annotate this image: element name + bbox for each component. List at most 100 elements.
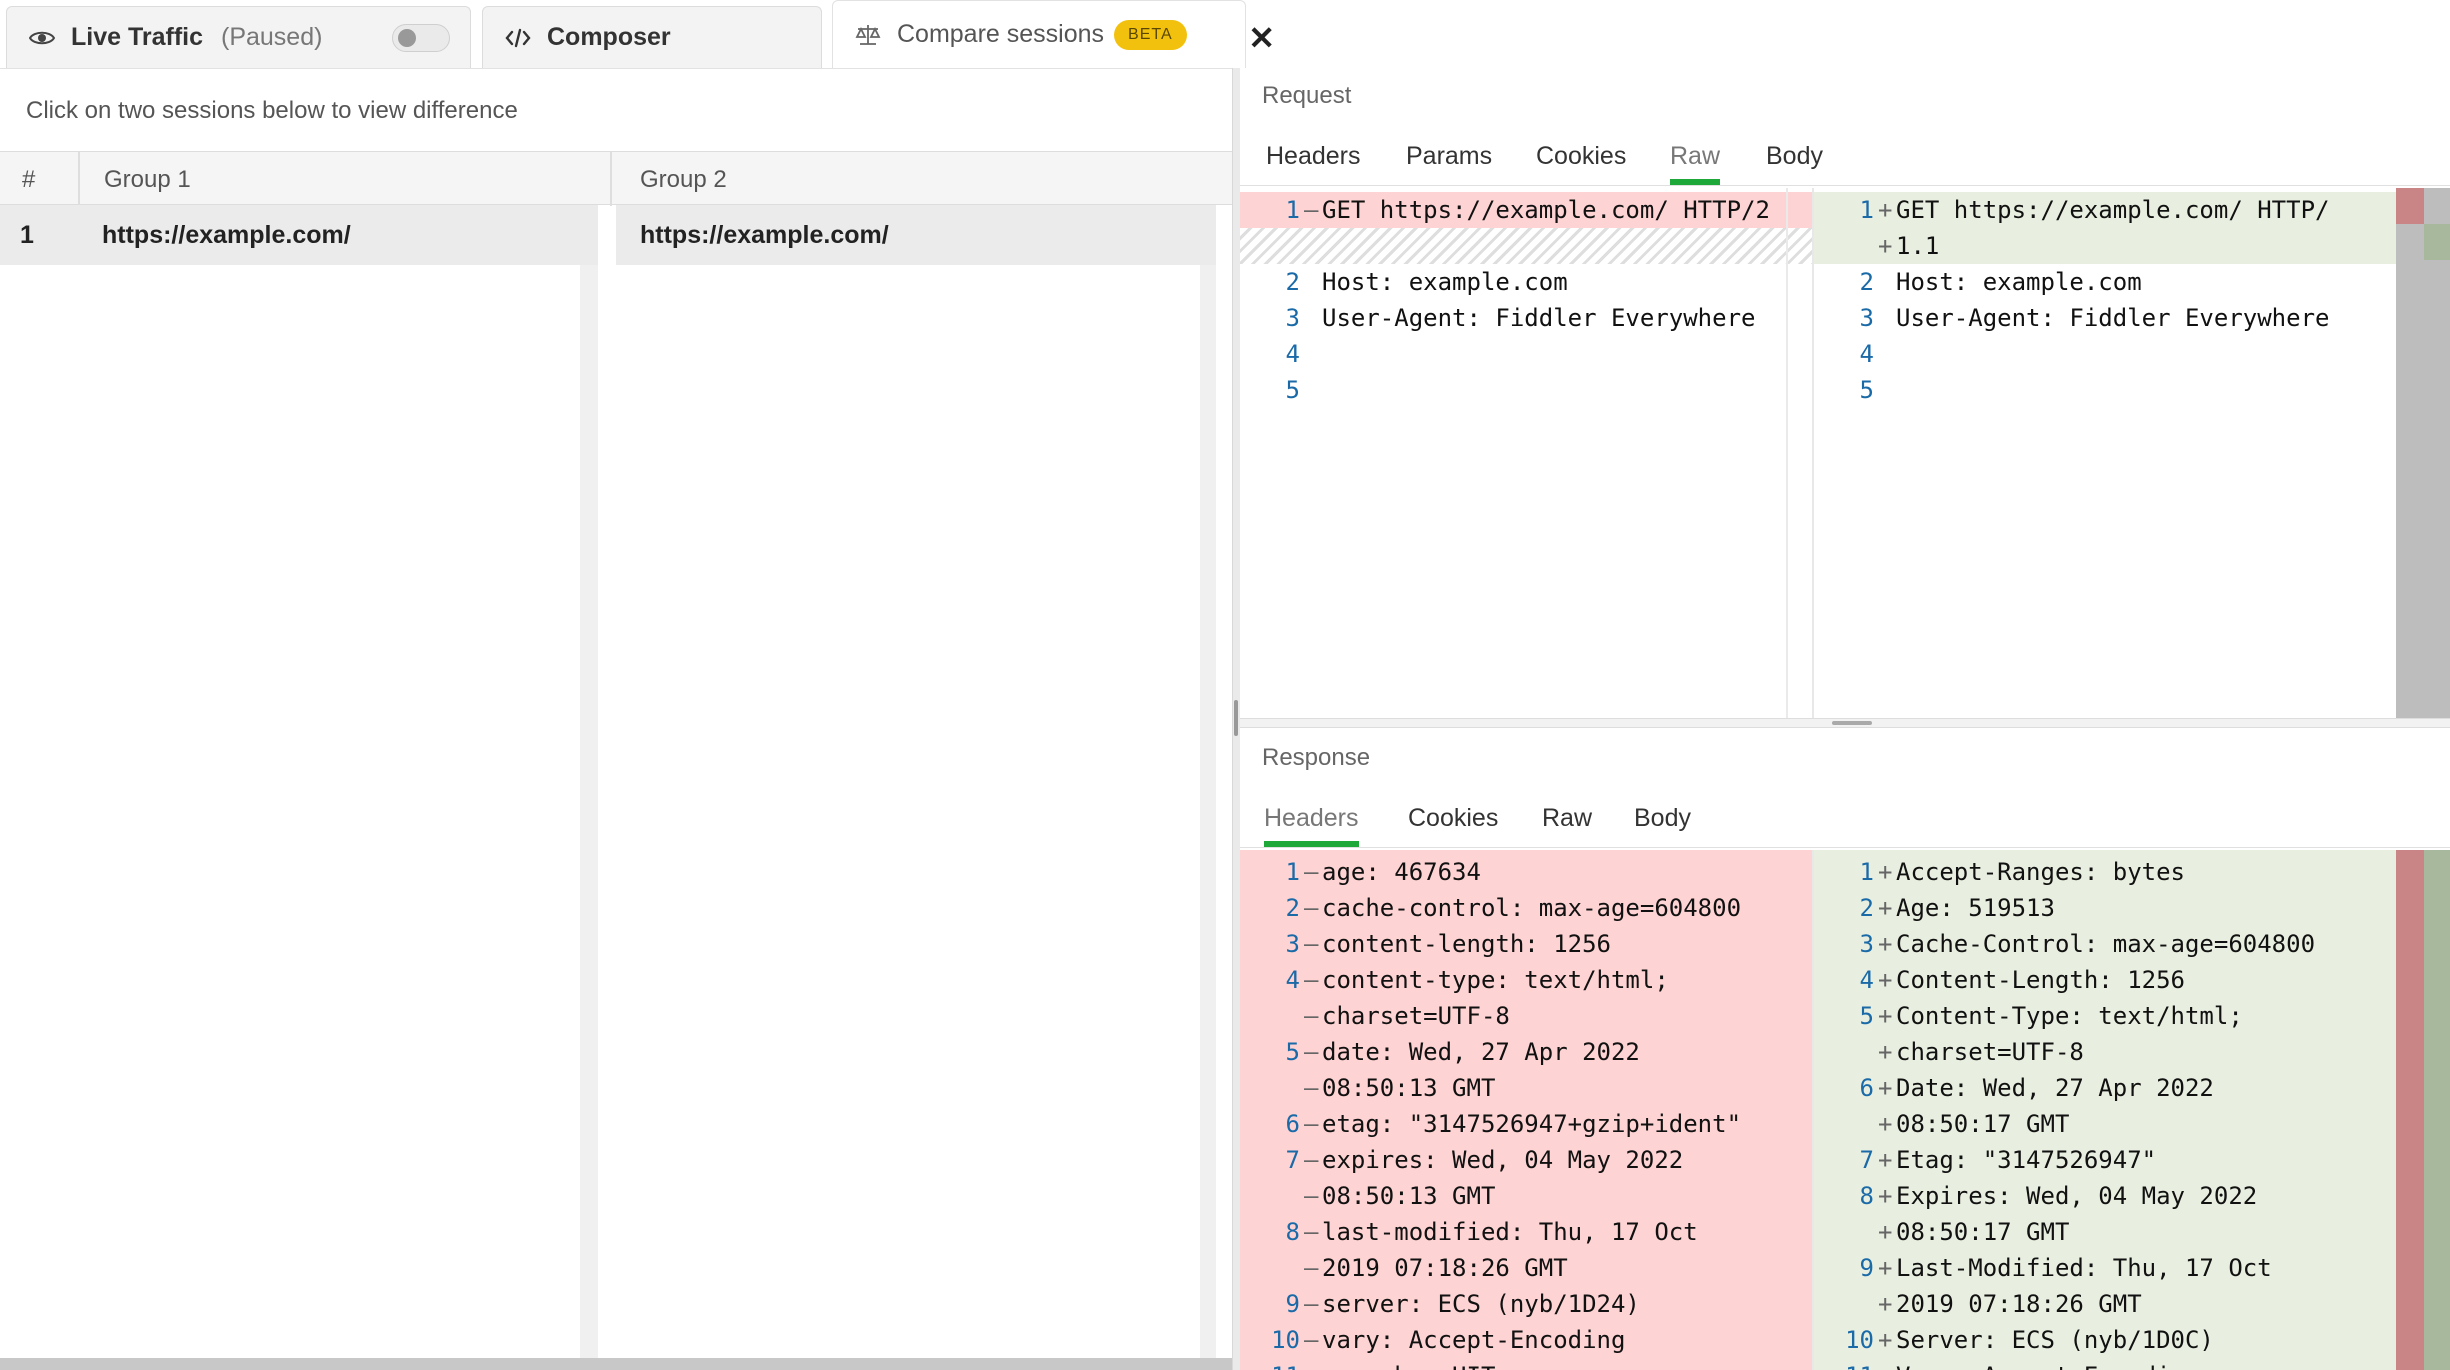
- line-text: charset=UTF-8: [1322, 1002, 1510, 1030]
- request-diff-left: 1— GET https://example.com/ HTTP/2 2 Host: …: [1240, 188, 1812, 718]
- diff-line: +2019 07:18:26 GMT: [1814, 1286, 2396, 1322]
- groups-grid-header: # Group 1 Group 2: [0, 151, 1232, 206]
- tab-response-body[interactable]: Body: [1634, 804, 1691, 833]
- close-icon[interactable]: ✕: [1248, 19, 1275, 57]
- line-text: last-modified: Thu, 17 Oct: [1322, 1218, 1698, 1246]
- line-number: 2: [1285, 268, 1300, 296]
- diff-line: [1240, 228, 1812, 264]
- request-diff-minimap[interactable]: [2396, 188, 2450, 718]
- live-traffic-toggle[interactable]: [392, 24, 450, 52]
- diff-marker: +: [1878, 1182, 1893, 1210]
- diff-marker: +: [1878, 858, 1893, 886]
- beta-badge: BETA: [1114, 19, 1187, 50]
- diff-marker: —: [1304, 1146, 1319, 1174]
- line-number: 6: [1859, 1074, 1874, 1102]
- line-number: 1: [1285, 196, 1300, 224]
- line-text: Cache-Control: max-age=604800: [1896, 930, 2316, 958]
- line-text: 08:50:13 GMT: [1322, 1182, 1496, 1210]
- tab-live-traffic[interactable]: Live Traffic (Paused): [6, 6, 471, 68]
- tab-response-cookies[interactable]: Cookies: [1408, 804, 1498, 833]
- diff-marker: —: [1304, 196, 1319, 224]
- table-row[interactable]: 1 https://example.com/ https://example.c…: [0, 205, 1216, 265]
- line-number: 5: [1285, 1038, 1300, 1066]
- line-text: Expires: Wed, 04 May 2022: [1896, 1182, 2258, 1210]
- diff-line: 3 + Cache-Control: max-age=604800: [1814, 926, 2396, 962]
- eye-icon: [27, 23, 57, 53]
- line-text: vary: Accept-Encoding: [1322, 1326, 1626, 1354]
- tab-compare-sessions[interactable]: Compare sessions BETA ✕: [832, 0, 1275, 68]
- diff-marker: —: [1304, 858, 1319, 886]
- line-number: 1: [1859, 858, 1874, 886]
- line-text: 08:50:17 GMT: [1896, 1110, 2070, 1138]
- line-number: 1: [1285, 858, 1300, 886]
- diff-marker: —: [1304, 1254, 1319, 1282]
- diff-line: 5: [1240, 372, 1812, 408]
- request-diff-right: 1 + GET https://example.com/ HTTP/+1.1 2 Hos…: [1812, 188, 2396, 718]
- column-header-group2[interactable]: Group 2: [640, 166, 727, 194]
- request-response-splitter[interactable]: [1240, 718, 2450, 728]
- diff-line: 1 + Accept-Ranges: bytes: [1814, 854, 2396, 890]
- line-text: 2019 07:18:26 GMT: [1896, 1290, 2142, 1318]
- line-number: 4: [1285, 340, 1300, 368]
- diff-line: 1— GET https://example.com/ HTTP/2: [1240, 192, 1812, 228]
- diff-marker: —: [1304, 1218, 1319, 1246]
- line-number: 3: [1285, 304, 1300, 332]
- line-number: 8: [1859, 1182, 1874, 1210]
- tab-composer[interactable]: Composer: [482, 6, 822, 68]
- tab-response-raw[interactable]: Raw: [1542, 804, 1592, 833]
- tab-request-body[interactable]: Body: [1766, 142, 1823, 171]
- line-text: Age: 519513: [1896, 894, 2055, 922]
- session-groups-pane: Click on two sessions below to view diff…: [0, 68, 1232, 1370]
- tab-live-traffic-label: Live Traffic: [71, 23, 203, 51]
- line-number: 2: [1285, 894, 1300, 922]
- tab-response-headers[interactable]: Headers: [1264, 804, 1359, 847]
- diff-marker: +: [1878, 966, 1893, 994]
- line-text: expires: Wed, 04 May 2022: [1322, 1146, 1684, 1174]
- diff-line: +08:50:17 GMT: [1814, 1106, 2396, 1142]
- response-diff-minimap[interactable]: [2396, 850, 2450, 1370]
- line-text: etag: "3147526947+gzip+ident": [1322, 1110, 1742, 1138]
- diff-marker: —: [1304, 894, 1319, 922]
- line-number: 11: [1240, 1358, 1300, 1370]
- diff-line: 5— date: Wed, 27 Apr 2022: [1240, 1034, 1812, 1070]
- line-text: Host: example.com: [1322, 268, 1568, 296]
- diff-marker: +: [1878, 1074, 1893, 1102]
- column-header-number[interactable]: #: [22, 166, 35, 194]
- diff-line: 1 + GET https://example.com/ HTTP/: [1814, 192, 2396, 228]
- tab-request-headers[interactable]: Headers: [1266, 142, 1361, 171]
- tab-request-params[interactable]: Params: [1406, 142, 1492, 171]
- line-number: 4: [1285, 966, 1300, 994]
- live-traffic-state: (Paused): [221, 23, 323, 51]
- diff-marker: +: [1878, 1110, 1893, 1138]
- diff-line: 11 +Vary: Accept-Encoding: [1814, 1358, 2396, 1370]
- line-text: Content-Length: 1256: [1896, 966, 2185, 994]
- diff-line: 6— etag: "3147526947+gzip+ident": [1240, 1106, 1812, 1142]
- line-number: 7: [1285, 1146, 1300, 1174]
- line-text: charset=UTF-8: [1896, 1038, 2084, 1066]
- group1-session-url[interactable]: https://example.com/: [102, 221, 351, 250]
- line-number: 3: [1859, 930, 1874, 958]
- line-number: 11: [1814, 1358, 1874, 1370]
- diff-marker: —: [1304, 966, 1319, 994]
- pane-splitter[interactable]: [1232, 68, 1240, 1370]
- diff-marker: —: [1304, 1038, 1319, 1066]
- tab-request-raw[interactable]: Raw: [1670, 142, 1721, 185]
- horizontal-scrollbar[interactable]: [0, 1358, 1232, 1370]
- group2-session-url[interactable]: https://example.com/: [640, 221, 889, 250]
- diff-line: 4— content-type: text/html;: [1240, 962, 1812, 998]
- diff-marker: +: [1878, 1038, 1893, 1066]
- request-section-title: Request: [1262, 82, 1352, 109]
- diff-line: 7— expires: Wed, 04 May 2022: [1240, 1142, 1812, 1178]
- diff-line: 5 + Content-Type: text/html;: [1814, 998, 2396, 1034]
- diff-marker: —: [1304, 1074, 1319, 1102]
- code-icon: [503, 23, 533, 53]
- diff-marker: +: [1878, 894, 1893, 922]
- diff-line: —08:50:13 GMT: [1240, 1178, 1812, 1214]
- line-number: 6: [1285, 1110, 1300, 1138]
- response-diff-view: 1— age: 467634 2— cache-control: max-age=60…: [1240, 850, 2450, 1370]
- column-header-group1[interactable]: Group 1: [104, 166, 191, 194]
- line-text: date: Wed, 27 Apr 2022: [1322, 1038, 1640, 1066]
- tab-request-cookies[interactable]: Cookies: [1536, 142, 1626, 171]
- diff-marker: +: [1878, 1290, 1893, 1318]
- diff-marker: —: [1304, 1182, 1319, 1210]
